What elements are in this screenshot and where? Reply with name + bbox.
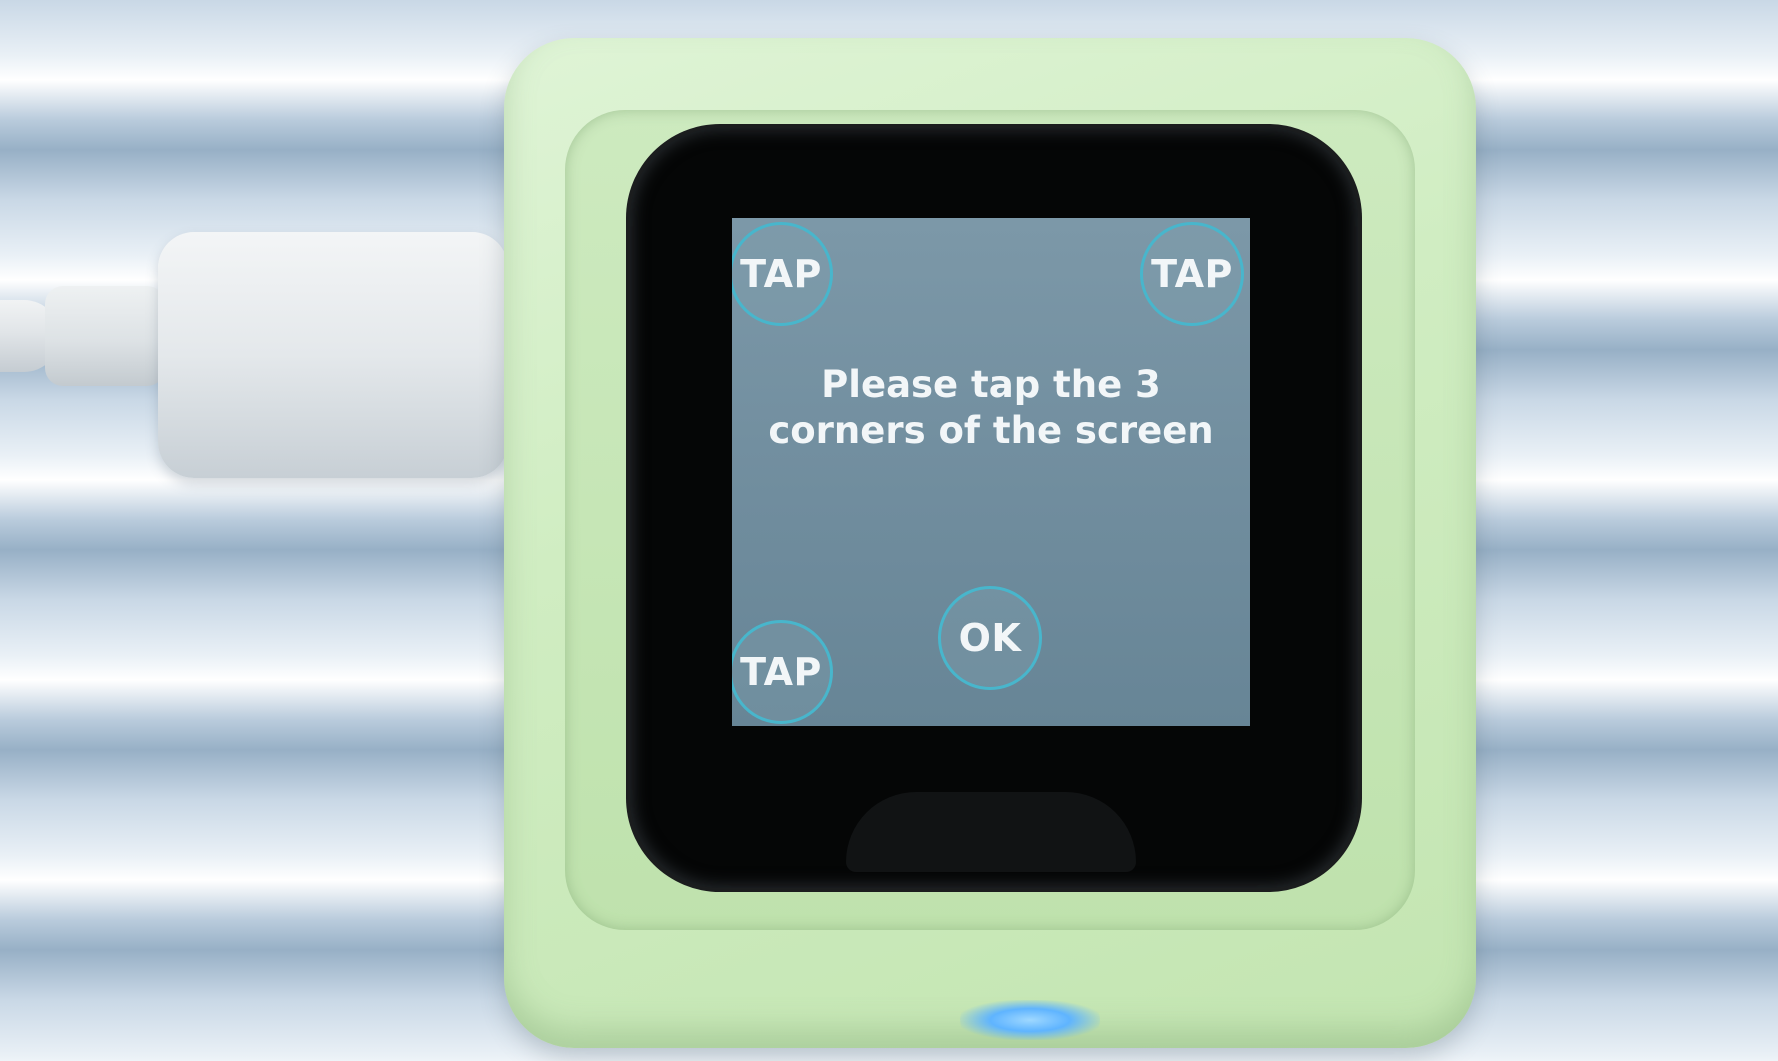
tap-top-right-button[interactable]: TAP (1140, 222, 1244, 326)
instruction-line-2: corners of the screen (768, 409, 1214, 452)
bezel-chin (846, 792, 1136, 872)
tap-bottom-left-button[interactable]: TAP (732, 620, 833, 724)
touch-calibration-screen: TAP TAP Please tap the 3 corners of the … (732, 218, 1250, 726)
status-led (960, 1000, 1100, 1040)
ok-button[interactable]: OK (938, 586, 1042, 690)
calibration-instructions: Please tap the 3 corners of the screen (732, 362, 1250, 454)
instruction-line-1: Please tap the 3 (821, 363, 1161, 406)
photo-scene: TAP TAP Please tap the 3 corners of the … (0, 0, 1778, 1061)
tap-top-left-button[interactable]: TAP (732, 222, 833, 326)
usb-plug (158, 232, 508, 478)
usb-cable-strain-relief (45, 286, 165, 386)
